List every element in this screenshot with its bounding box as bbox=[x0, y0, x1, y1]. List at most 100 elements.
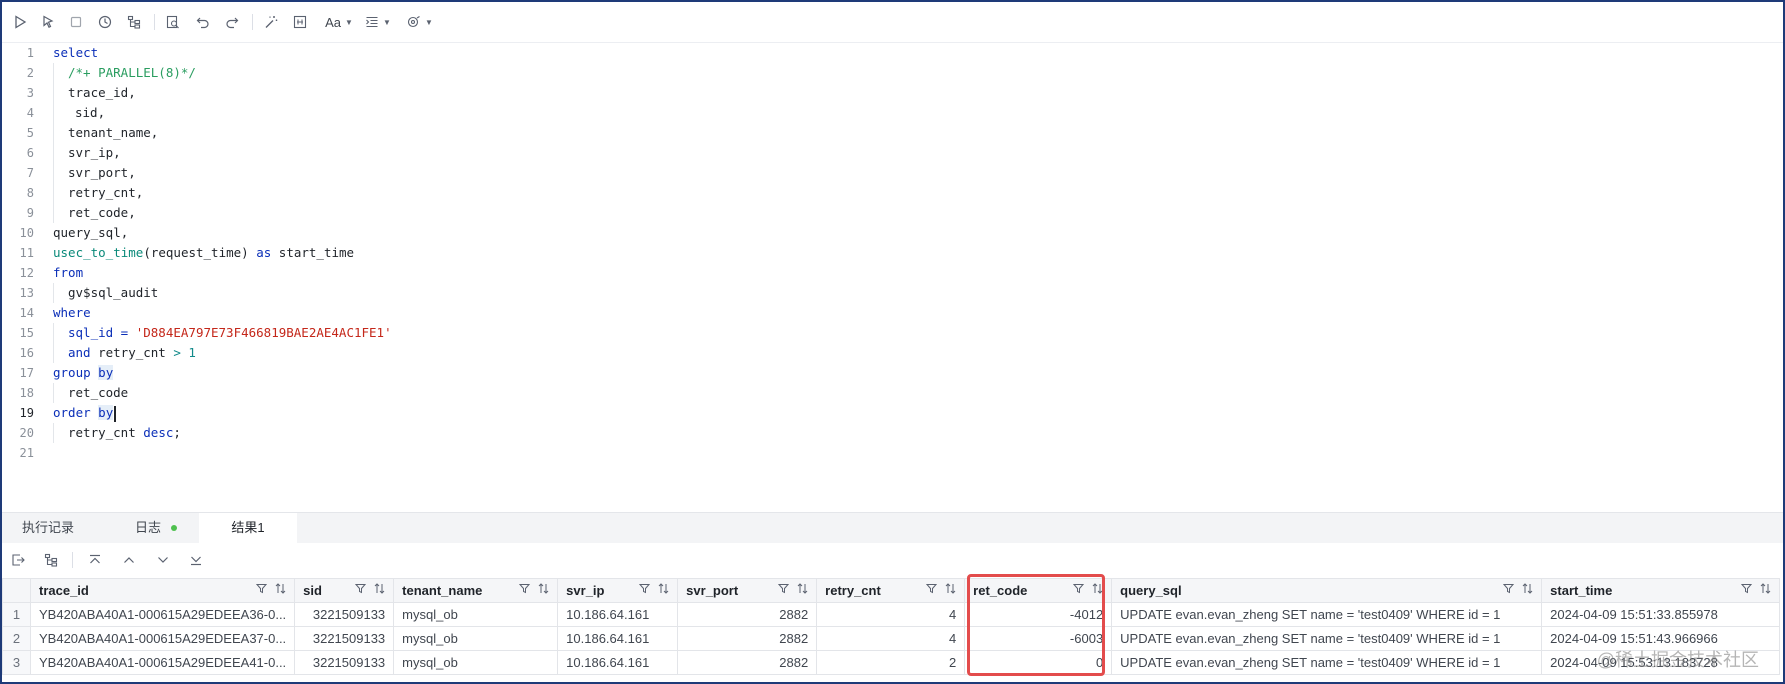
line-number: 15 bbox=[19, 326, 34, 340]
code-text: retry_cnt bbox=[68, 425, 144, 440]
sort-icon[interactable] bbox=[538, 583, 549, 594]
sort-icon[interactable] bbox=[374, 583, 385, 594]
cell-svr-port[interactable]: 2882 bbox=[677, 650, 818, 675]
table-row[interactable]: 1 YB420ABA40A1-000615A29EDEEA36-0... 322… bbox=[2, 602, 1781, 627]
cell-sid[interactable]: 3221509133 bbox=[294, 626, 395, 651]
cell-tenant-name[interactable]: mysql_ob bbox=[393, 602, 559, 627]
cell-svr-port[interactable]: 2882 bbox=[677, 602, 818, 627]
column-header-query-sql[interactable]: query_sql bbox=[1111, 578, 1543, 603]
cell-query-sql[interactable]: UPDATE evan.evan_zheng SET name = 'test0… bbox=[1111, 602, 1543, 627]
sql-editor[interactable]: 1 select 2 /*+ PARALLEL(8)*/ 3 trace_id, 4 s… bbox=[2, 43, 1783, 511]
settings-icon bbox=[407, 16, 420, 28]
indent-dropdown[interactable]: ▼ bbox=[363, 11, 393, 33]
cell-retry-cnt[interactable]: 4 bbox=[816, 626, 966, 651]
cell-ret-code[interactable]: 0 bbox=[964, 650, 1113, 675]
function-name: usec_to_time bbox=[53, 245, 144, 260]
hint-comment: /*+ PARALLEL(8)*/ bbox=[68, 65, 196, 80]
cell-start-time[interactable]: 2024-04-09 15:51:33.855978 bbox=[1541, 602, 1781, 627]
column-header-start-time[interactable]: start_time bbox=[1541, 578, 1781, 603]
filter-icon[interactable] bbox=[926, 583, 938, 594]
keyword: order bbox=[53, 405, 91, 420]
column-header-tenant-name[interactable]: tenant_name bbox=[393, 578, 559, 603]
sort-icon[interactable] bbox=[1760, 583, 1771, 594]
line-number: 11 bbox=[19, 246, 34, 260]
filter-icon[interactable] bbox=[256, 583, 268, 594]
undo-icon[interactable] bbox=[193, 11, 213, 33]
format-wand-icon[interactable] bbox=[261, 11, 281, 33]
sort-icon[interactable] bbox=[945, 583, 956, 594]
tab-execution-history[interactable]: 执行记录 bbox=[22, 513, 122, 543]
cell-sid[interactable]: 3221509133 bbox=[294, 650, 395, 675]
column-title: svr_port bbox=[686, 583, 739, 598]
first-row-icon[interactable] bbox=[86, 552, 104, 568]
cell-query-sql[interactable]: UPDATE evan.evan_zheng SET name = 'test0… bbox=[1111, 650, 1543, 675]
snippet-icon[interactable] bbox=[290, 11, 310, 33]
column-header-sid[interactable]: sid bbox=[294, 578, 395, 603]
cell-tenant-name[interactable]: mysql_ob bbox=[393, 650, 559, 675]
sort-icon[interactable] bbox=[797, 583, 808, 594]
cell-ret-code[interactable]: -6003 bbox=[964, 626, 1113, 651]
cell-svr-ip[interactable]: 10.186.64.161 bbox=[557, 626, 679, 651]
sort-icon[interactable] bbox=[1522, 583, 1533, 594]
previous-row-icon[interactable] bbox=[120, 552, 138, 568]
row-number: 2 bbox=[2, 626, 31, 651]
table-row[interactable]: 2 YB420ABA40A1-000615A29EDEEA37-0... 322… bbox=[2, 626, 1781, 651]
cell-query-sql[interactable]: UPDATE evan.evan_zheng SET name = 'test0… bbox=[1111, 626, 1543, 651]
more-dropdown[interactable]: ▼ bbox=[405, 11, 435, 33]
run-selected-icon[interactable] bbox=[38, 11, 58, 33]
code-text: retry_cnt, bbox=[68, 185, 144, 200]
filter-icon[interactable] bbox=[1741, 583, 1753, 594]
last-row-icon[interactable] bbox=[187, 552, 205, 568]
export-icon[interactable] bbox=[9, 552, 27, 568]
cell-retry-cnt[interactable]: 2 bbox=[816, 650, 966, 675]
line-number: 7 bbox=[26, 166, 34, 180]
redo-icon[interactable] bbox=[222, 11, 242, 33]
line-number: 21 bbox=[19, 446, 34, 460]
tab-log[interactable]: 日志 bbox=[135, 513, 195, 543]
tree-view-icon[interactable] bbox=[42, 552, 60, 568]
run-icon[interactable] bbox=[10, 11, 30, 33]
filter-icon[interactable] bbox=[519, 583, 531, 594]
cell-svr-ip[interactable]: 10.186.64.161 bbox=[557, 602, 679, 627]
table-row[interactable]: 3 YB420ABA40A1-000615A29EDEEA41-0... 322… bbox=[2, 650, 1781, 675]
find-icon[interactable] bbox=[163, 11, 183, 33]
sort-icon[interactable] bbox=[1092, 583, 1103, 594]
sort-icon[interactable] bbox=[658, 583, 669, 594]
column-header-ret-code[interactable]: ret_code bbox=[964, 578, 1113, 603]
result-grid: trace_id sid tenant_name svr_ip svr_port… bbox=[2, 578, 1783, 675]
code-text: ret_code, bbox=[68, 205, 136, 220]
sort-icon[interactable] bbox=[275, 583, 286, 594]
cell-ret-code[interactable]: -4012 bbox=[964, 602, 1113, 627]
cell-trace-id[interactable]: YB420ABA40A1-000615A29EDEEA36-0... bbox=[29, 602, 296, 627]
line-number: 1 bbox=[26, 46, 34, 60]
column-header-retry-cnt[interactable]: retry_cnt bbox=[816, 578, 966, 603]
cell-svr-port[interactable]: 2882 bbox=[677, 626, 818, 651]
timer-icon[interactable] bbox=[95, 11, 115, 33]
filter-icon[interactable] bbox=[639, 583, 651, 594]
next-row-icon[interactable] bbox=[154, 552, 172, 568]
keyword: by bbox=[98, 365, 114, 380]
line-number: 2 bbox=[26, 66, 34, 80]
cell-retry-cnt[interactable]: 4 bbox=[816, 602, 966, 627]
cell-svr-ip[interactable]: 10.186.64.161 bbox=[557, 650, 679, 675]
code-text: (request_time) bbox=[143, 245, 257, 260]
filter-icon[interactable] bbox=[778, 583, 790, 594]
cell-sid[interactable]: 3221509133 bbox=[294, 602, 395, 627]
keyword: as bbox=[256, 245, 272, 260]
filter-icon[interactable] bbox=[1073, 583, 1085, 594]
column-name: sql_id bbox=[68, 325, 114, 340]
column-header-svr-port[interactable]: svr_port bbox=[677, 578, 818, 603]
filter-icon[interactable] bbox=[1503, 583, 1515, 594]
font-size-dropdown[interactable]: Aa ▼ bbox=[324, 11, 354, 33]
line-number: 5 bbox=[26, 126, 34, 140]
plan-tree-icon[interactable] bbox=[124, 11, 144, 33]
column-header-trace-id[interactable]: trace_id bbox=[29, 578, 296, 603]
tab-result-1[interactable]: 结果1 bbox=[199, 513, 297, 543]
filter-icon[interactable] bbox=[355, 583, 367, 594]
column-header-svr-ip[interactable]: svr_ip bbox=[557, 578, 679, 603]
stop-icon[interactable] bbox=[66, 11, 86, 33]
column-title: svr_ip bbox=[566, 583, 605, 598]
cell-tenant-name[interactable]: mysql_ob bbox=[393, 626, 559, 651]
cell-trace-id[interactable]: YB420ABA40A1-000615A29EDEEA41-0... bbox=[29, 650, 296, 675]
cell-trace-id[interactable]: YB420ABA40A1-000615A29EDEEA37-0... bbox=[29, 626, 296, 651]
